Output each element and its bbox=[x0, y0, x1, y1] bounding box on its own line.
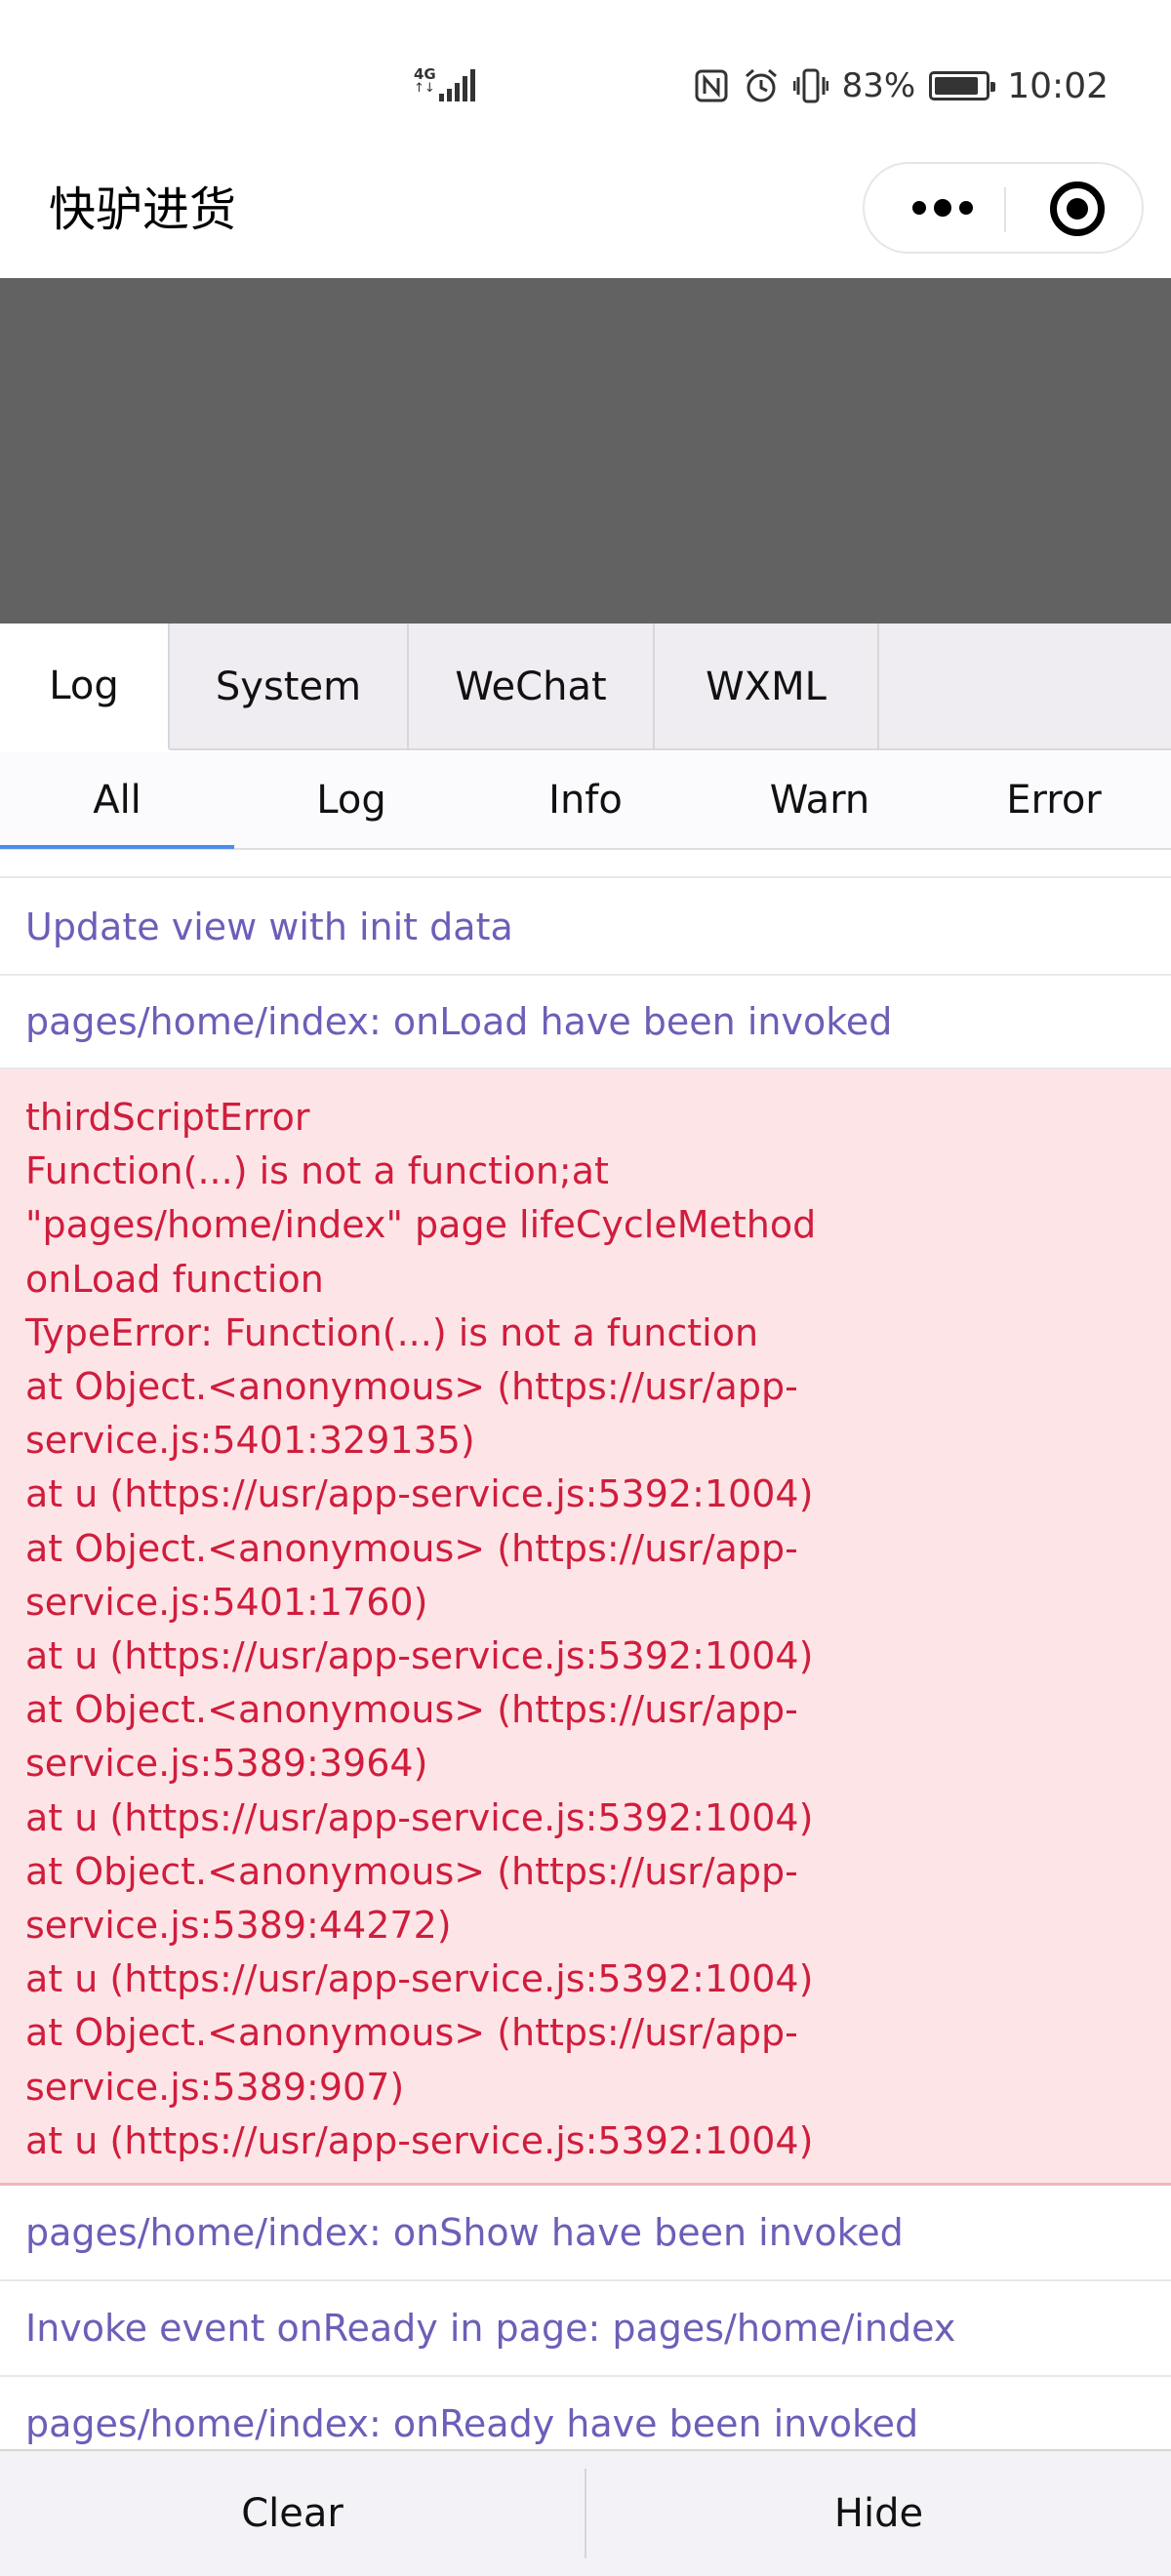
error-line: service.js:5401:329135) bbox=[25, 1419, 475, 1463]
tab-wechat[interactable]: WeChat bbox=[409, 624, 655, 750]
console-bottom-bar: Clear Hide bbox=[0, 2449, 1171, 2576]
clear-button[interactable]: Clear bbox=[0, 2451, 585, 2576]
error-line: service.js:5401:1760) bbox=[25, 1580, 428, 1624]
error-line: at u (https://usr/app-service.js:5392:10… bbox=[25, 1795, 814, 1839]
filter-all[interactable]: All bbox=[0, 752, 234, 848]
log-list[interactable]: Update view with init data pages/home/in… bbox=[0, 851, 1171, 2449]
filter-log[interactable]: Log bbox=[234, 752, 468, 848]
error-line: thirdScriptError bbox=[25, 1096, 310, 1139]
console-tabbar: Log System WeChat WXML bbox=[0, 624, 1171, 750]
error-line: at Object.<anonymous> (https://usr/app- bbox=[25, 1526, 798, 1570]
vibrate-icon bbox=[792, 68, 828, 103]
log-row: pages/home/index: onShow have been invok… bbox=[0, 2186, 1171, 2281]
miniprogram-capsule bbox=[863, 162, 1144, 254]
more-dots-icon[interactable] bbox=[904, 164, 982, 252]
status-bar: 4G ↑↓ 83% 10:02 bbox=[0, 0, 1171, 166]
log-row: pages/home/index: onReady have been invo… bbox=[0, 2377, 1171, 2449]
error-log-entry: thirdScriptError Function(...) is not a … bbox=[0, 1069, 1171, 2186]
error-line: at Object.<anonymous> (https://usr/app- bbox=[25, 2011, 798, 2055]
log-filter-tabs: All Log Info Warn Error bbox=[0, 752, 1171, 850]
battery-percent: 83% bbox=[841, 66, 916, 105]
tab-system[interactable]: System bbox=[170, 624, 409, 750]
tab-log[interactable]: Log bbox=[0, 624, 170, 750]
nfc-icon bbox=[695, 69, 728, 102]
error-line: at Object.<anonymous> (https://usr/app- bbox=[25, 1365, 798, 1409]
tab-wxml[interactable]: WXML bbox=[655, 624, 879, 750]
clock-time: 10:02 bbox=[1007, 65, 1109, 106]
error-line: Function(...) is not a function;at bbox=[25, 1149, 609, 1193]
error-line: at Object.<anonymous> (https://usr/app- bbox=[25, 1688, 798, 1732]
error-line: at u (https://usr/app-service.js:5392:10… bbox=[25, 1957, 814, 2001]
filter-warn[interactable]: Warn bbox=[703, 752, 937, 848]
battery-icon bbox=[929, 71, 996, 101]
filter-info[interactable]: Info bbox=[468, 752, 703, 848]
error-line: onLoad function bbox=[25, 1257, 324, 1301]
network-type: 4G bbox=[414, 65, 436, 83]
target-circle-icon[interactable] bbox=[1050, 181, 1105, 236]
signal-icon: 4G ↑↓ bbox=[414, 64, 475, 103]
page-content-overlay bbox=[0, 278, 1171, 624]
hide-button[interactable]: Hide bbox=[586, 2451, 1171, 2576]
filter-error[interactable]: Error bbox=[937, 752, 1171, 848]
error-line: TypeError: Function(...) is not a functi… bbox=[25, 1310, 759, 1354]
error-line: service.js:5389:44272) bbox=[25, 1904, 452, 1948]
error-line: at Object.<anonymous> (https://usr/app- bbox=[25, 1849, 798, 1893]
log-row-clipped bbox=[0, 851, 1171, 878]
log-row: pages/home/index: onLoad have been invok… bbox=[0, 976, 1171, 1069]
page-title: 快驴进货 bbox=[49, 182, 237, 237]
error-line: "pages/home/index" page lifeCycleMethod bbox=[25, 1203, 817, 1247]
log-row: Invoke event onReady in page: pages/home… bbox=[0, 2281, 1171, 2377]
capsule-divider bbox=[1004, 187, 1006, 232]
status-icons: 83% 10:02 bbox=[694, 62, 1109, 109]
error-line: service.js:5389:3964) bbox=[25, 1742, 428, 1786]
alarm-icon bbox=[745, 68, 777, 102]
log-row: Update view with init data bbox=[0, 880, 1171, 976]
error-line: service.js:5389:907) bbox=[25, 2065, 405, 2109]
error-line: at u (https://usr/app-service.js:5392:10… bbox=[25, 1634, 814, 1678]
active-filter-indicator bbox=[0, 845, 234, 849]
network-arrows: ↑↓ bbox=[414, 81, 435, 96]
error-line: at u (https://usr/app-service.js:5392:10… bbox=[25, 2118, 814, 2162]
error-line: at u (https://usr/app-service.js:5392:10… bbox=[25, 1472, 814, 1516]
